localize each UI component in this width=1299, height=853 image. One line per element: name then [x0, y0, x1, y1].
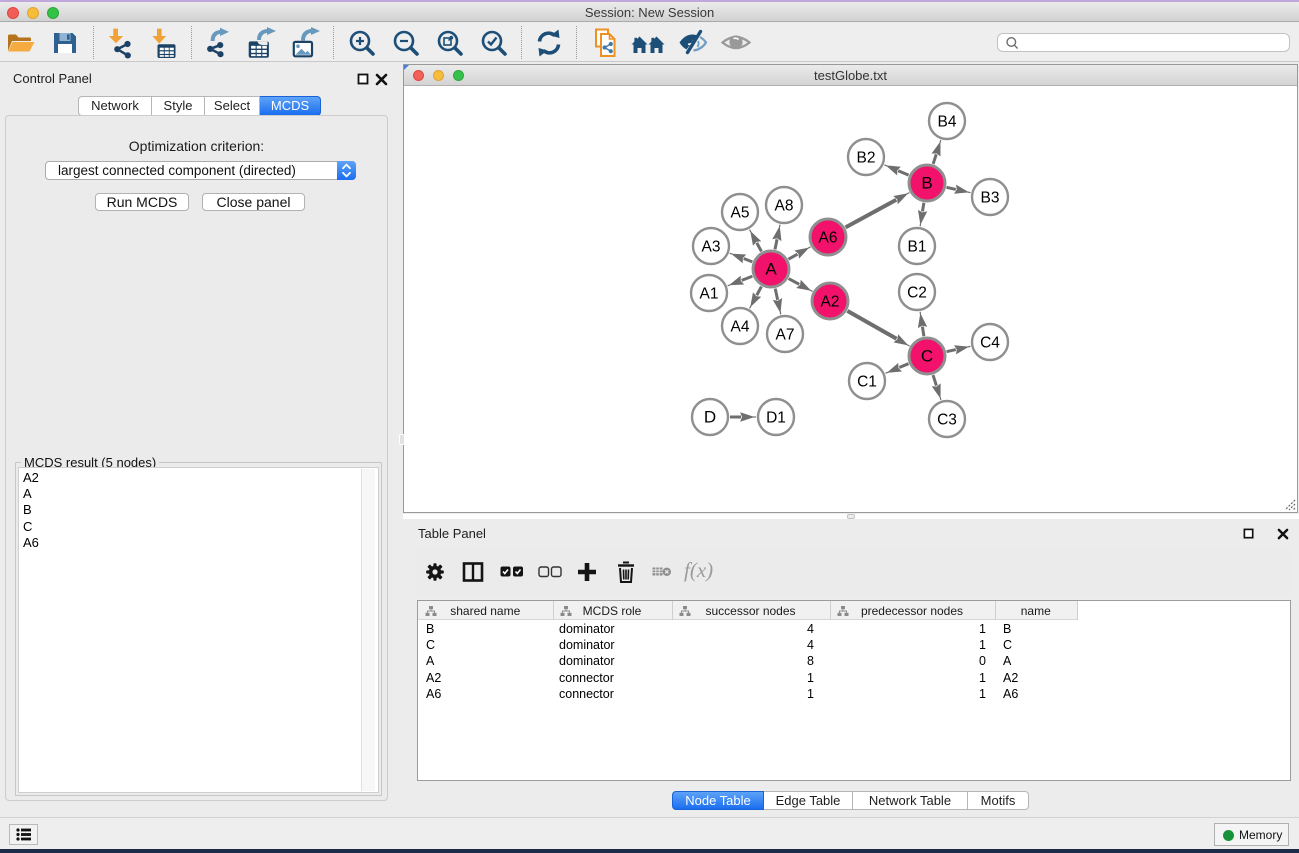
svg-text:C4: C4: [980, 335, 1000, 352]
svg-text:A3: A3: [702, 239, 721, 256]
svg-text:A1: A1: [700, 286, 719, 303]
svg-text:B1: B1: [908, 239, 927, 256]
svg-text:C: C: [921, 347, 933, 366]
svg-text:A6: A6: [819, 230, 838, 247]
svg-text:A: A: [765, 260, 777, 279]
svg-text:B: B: [921, 174, 932, 193]
svg-text:A2: A2: [821, 294, 840, 311]
svg-text:B4: B4: [938, 114, 957, 131]
svg-text:A8: A8: [775, 198, 794, 215]
svg-text:A4: A4: [731, 319, 750, 336]
svg-text:C3: C3: [937, 412, 957, 429]
svg-text:A7: A7: [776, 327, 795, 344]
svg-text:A5: A5: [731, 205, 750, 222]
svg-text:D: D: [704, 408, 716, 427]
svg-text:C2: C2: [907, 285, 927, 302]
svg-text:B3: B3: [981, 190, 1000, 207]
svg-text:C1: C1: [857, 374, 877, 391]
svg-text:D1: D1: [766, 410, 786, 427]
svg-text:B2: B2: [857, 150, 876, 167]
